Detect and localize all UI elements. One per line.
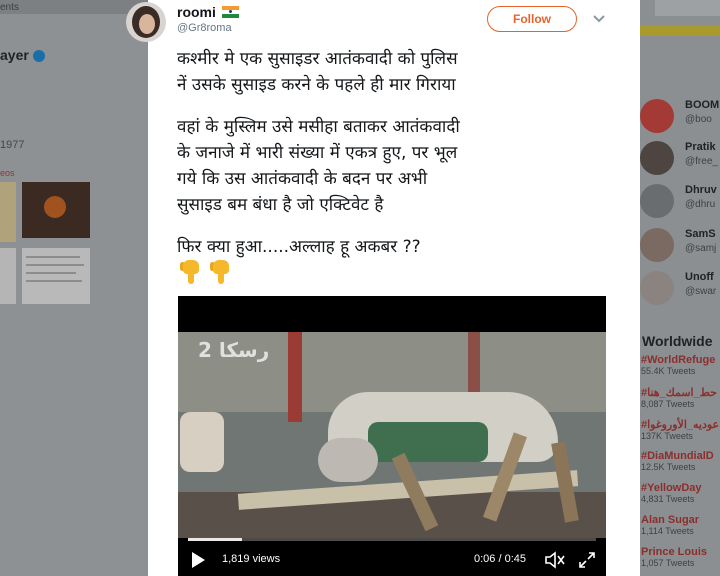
media-thumbnail[interactable] (22, 182, 90, 238)
tweet-paragraph: वहां के मुस्लिम उसे मसीहा बताकर आतंकवादी… (177, 117, 460, 215)
trend-item[interactable]: #WorldRefuge 55.4K Tweets (641, 354, 715, 376)
suggested-account-name[interactable]: SamS (685, 228, 716, 240)
suggested-account[interactable]: Unoff @swar (640, 271, 720, 307)
suggested-account-handle: @samj (685, 243, 717, 254)
video-frame[interactable]: رسكا 2 (178, 332, 606, 538)
video-progress-bar[interactable] (188, 538, 596, 541)
channel-logo: رسكا 2 (198, 338, 270, 362)
trends-title: Worldwide (642, 333, 713, 349)
avatar (640, 271, 674, 305)
avatar (640, 99, 674, 133)
tweet-text: कश्मीर मे एक सुसाइडर आतंकवादी को पुलिस न… (177, 46, 597, 276)
profile-name: ayer (0, 47, 29, 63)
trend-item[interactable]: Alan Sugar 1,114 Tweets (641, 514, 699, 536)
emoji-row (180, 260, 232, 286)
search-box[interactable] (655, 0, 720, 16)
trend-item[interactable]: Prince Louis 1,057 Tweets (641, 546, 707, 568)
view-count: 1,819 views (222, 553, 281, 565)
media-thumbnail[interactable] (0, 248, 16, 304)
banner-strip (640, 26, 720, 36)
avatar (640, 141, 674, 175)
pointing-down-icon (210, 260, 232, 286)
suggested-account-name[interactable]: Unoff (685, 271, 714, 283)
user-handle[interactable]: @Gr8roma (177, 22, 232, 34)
profile-year: 1977 (0, 139, 25, 151)
play-icon[interactable] (192, 552, 205, 568)
media-thumbnail[interactable] (22, 248, 90, 304)
suggested-account-handle: @free_ (685, 156, 718, 167)
suggested-account-handle: @boo (685, 114, 712, 125)
avatar[interactable] (126, 2, 166, 42)
suggested-account-name[interactable]: Pratik (685, 141, 716, 153)
verified-badge-icon (33, 50, 45, 62)
fullscreen-icon[interactable] (578, 551, 596, 569)
trend-item[interactable]: #حط_اسمك_هنا 8,087 Tweets (641, 386, 717, 409)
volume-icon[interactable] (544, 551, 566, 569)
tab-label[interactable]: ents (0, 2, 19, 13)
suggested-account-name[interactable]: Dhruv (685, 184, 717, 196)
suggested-account-name[interactable]: BOOM (685, 99, 719, 111)
media-thumbnail[interactable] (0, 182, 16, 242)
suggested-account[interactable]: SamS @samj (640, 228, 720, 264)
pointing-down-icon (180, 260, 202, 286)
suggested-account[interactable]: Pratik @free_ (640, 141, 720, 177)
trend-item[interactable]: #عوديه_الأوروغوا 137K Tweets (641, 418, 719, 441)
display-name[interactable]: roomi (177, 4, 216, 20)
trend-item[interactable]: #DiaMundialD 12.5K Tweets (641, 450, 714, 472)
follow-button[interactable]: Follow (487, 6, 577, 32)
chevron-down-icon[interactable] (592, 12, 606, 26)
tweet-paragraph: फिर क्या हुआ.....अल्लाह हू अकबर ?? (177, 237, 421, 257)
trend-item[interactable]: #YellowDay 4,831 Tweets (641, 482, 702, 504)
video-controls: 1,819 views 0:06 / 0:45 (178, 546, 606, 576)
avatar (640, 184, 674, 218)
suggested-account-handle: @swar (685, 286, 717, 297)
suggested-account[interactable]: BOOM @boo (640, 99, 720, 135)
photos-videos-label[interactable]: eos (0, 168, 15, 178)
suggested-account-handle: @dhru (685, 199, 716, 210)
avatar (640, 228, 674, 262)
video-time: 0:06 / 0:45 (474, 553, 526, 565)
suggested-account[interactable]: Dhruv @dhru (640, 184, 720, 220)
tweet-paragraph: कश्मीर मे एक सुसाइडर आतंकवादी को पुलिस न… (177, 49, 458, 95)
video-progress-fill (188, 538, 243, 541)
india-flag-icon (222, 6, 239, 18)
video-player[interactable]: رسكا 2 1,819 views 0:06 / 0:45 (178, 296, 606, 576)
